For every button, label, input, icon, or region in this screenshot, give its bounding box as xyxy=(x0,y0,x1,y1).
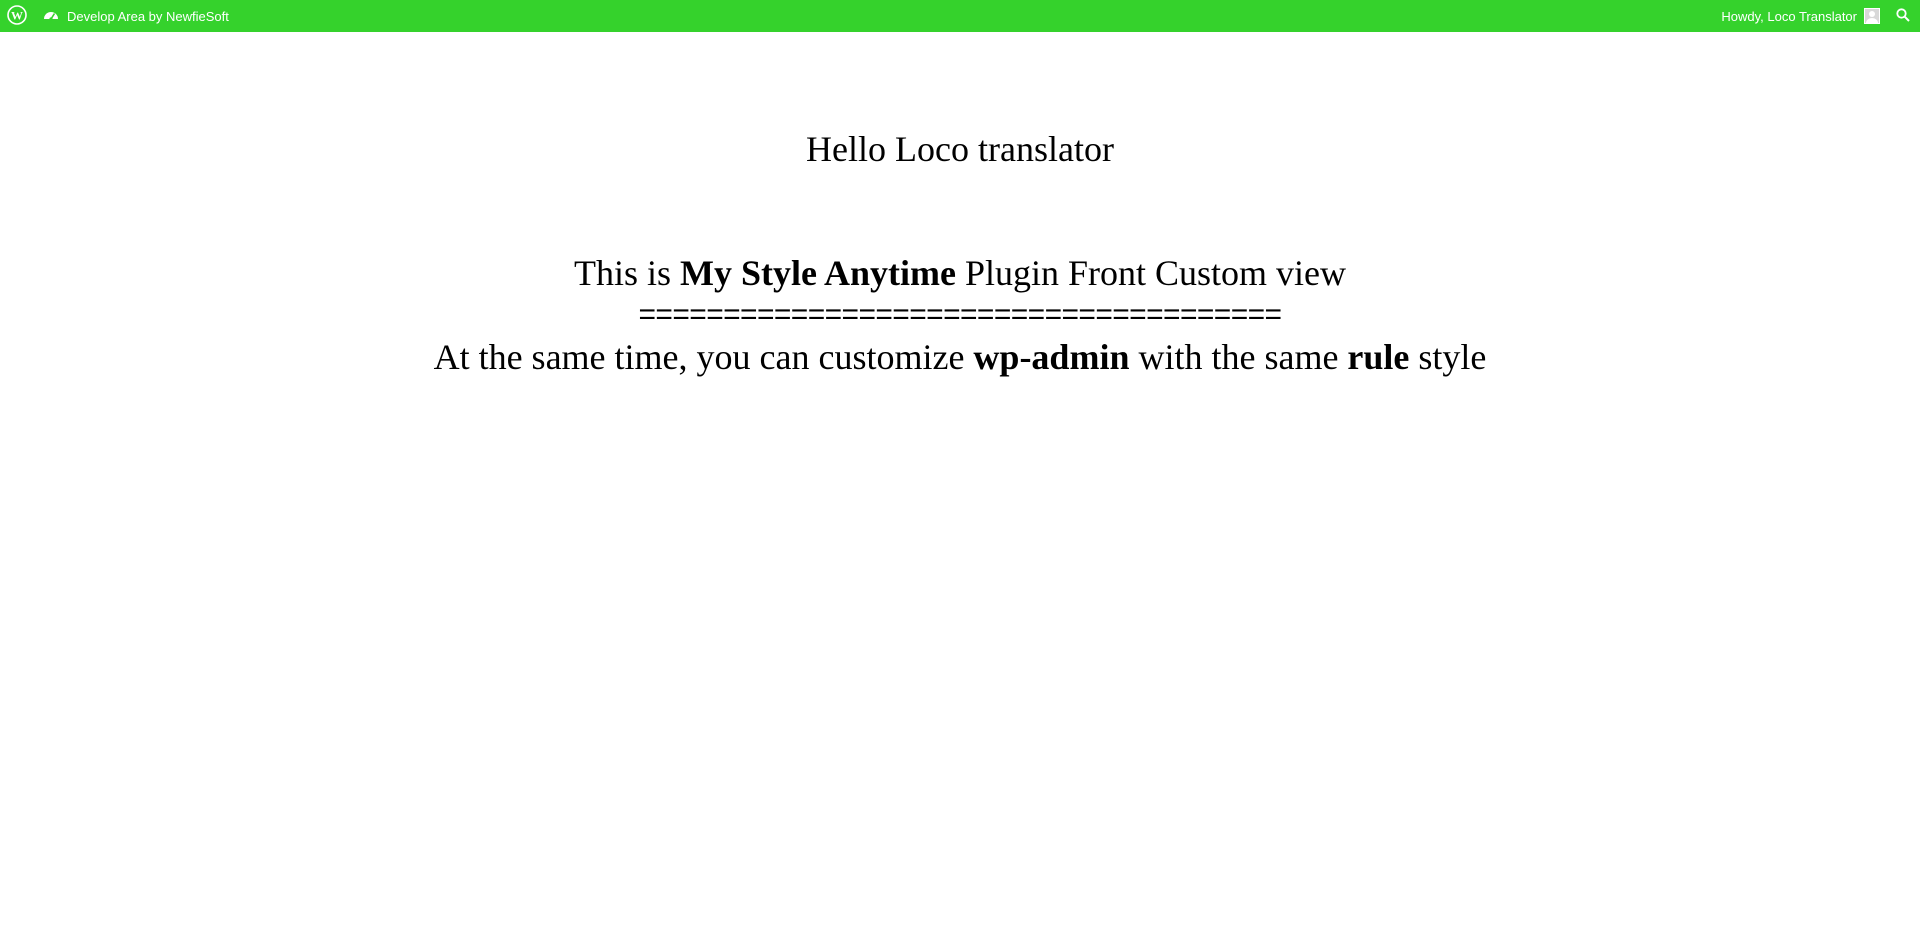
customize-line: At the same time, you can customize wp-a… xyxy=(433,337,1487,377)
admin-bar: W Develop Area by NewfieSoft Howdy, Loco… xyxy=(0,0,1920,32)
site-name-link[interactable]: Develop Area by NewfieSoft xyxy=(35,0,237,32)
plugin-name: My Style Anytime xyxy=(680,253,956,293)
site-name-label: Develop Area by NewfieSoft xyxy=(67,8,229,24)
greeting-heading: Hello Loco translator xyxy=(806,129,1114,169)
divider-line: ====================================== xyxy=(638,298,1283,331)
plugin-message-block: This is My Style Anytime Plugin Front Cu… xyxy=(0,252,1920,378)
svg-text:W: W xyxy=(11,8,23,22)
search-button[interactable] xyxy=(1888,0,1920,32)
my-account-menu[interactable]: Howdy, Loco Translator xyxy=(1713,0,1888,32)
wp-admin-term: wp-admin xyxy=(973,337,1130,377)
rule-term: rule xyxy=(1347,337,1410,377)
plugin-intro-line: This is My Style Anytime Plugin Front Cu… xyxy=(573,253,1347,293)
dashboard-icon xyxy=(43,8,59,25)
user-avatar-icon xyxy=(1864,8,1880,24)
wordpress-logo-button[interactable]: W xyxy=(0,0,35,32)
wordpress-logo-icon: W xyxy=(7,4,27,28)
admin-bar-left: W Develop Area by NewfieSoft xyxy=(0,0,237,32)
admin-bar-right: Howdy, Loco Translator xyxy=(1713,0,1920,32)
search-icon xyxy=(1896,7,1910,25)
howdy-label: Howdy, Loco Translator xyxy=(1721,8,1857,24)
